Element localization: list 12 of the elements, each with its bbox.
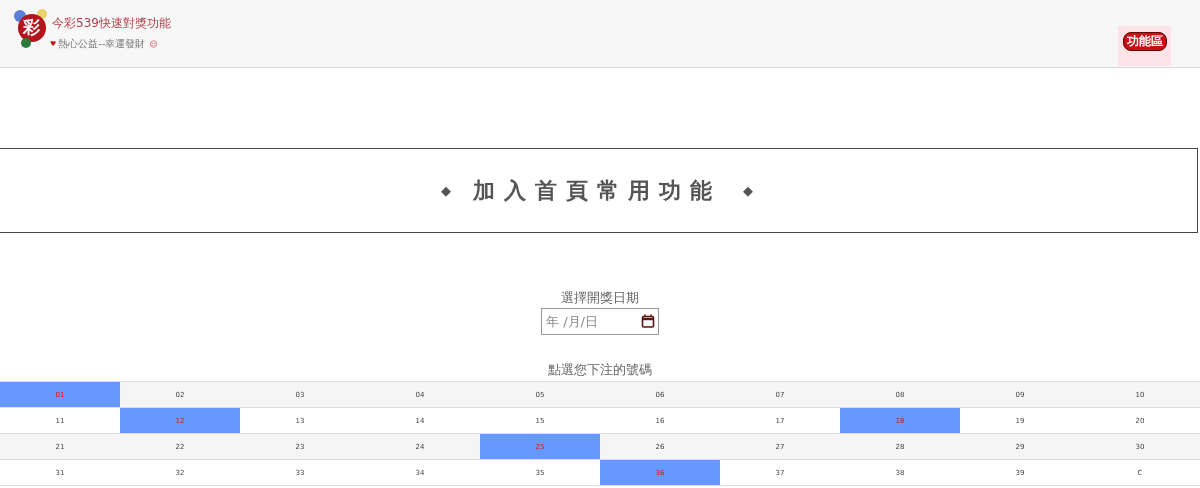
date-label: 選擇開獎日期 <box>561 290 639 306</box>
site-title[interactable]: 今彩539快速對獎功能 <box>52 16 171 30</box>
banner-title: 加入首頁常用功能 <box>473 176 721 205</box>
numbers-label: 點選您下注的號碼 <box>548 362 652 378</box>
add-to-home-banner[interactable]: ◆ 加入首頁常用功能 ◆ <box>0 148 1198 233</box>
menu-button[interactable]: 功能區 <box>1122 32 1167 51</box>
calendar-icon[interactable] <box>641 314 655 328</box>
date-field[interactable]: 年 /月/日 <box>541 308 659 335</box>
diamond-icon: ◆ <box>441 183 451 198</box>
diamond-icon: ◆ <box>743 183 753 198</box>
tagline: 熱心公益--幸運發財 <box>58 37 146 51</box>
smile-icon: ☺ <box>149 39 158 49</box>
